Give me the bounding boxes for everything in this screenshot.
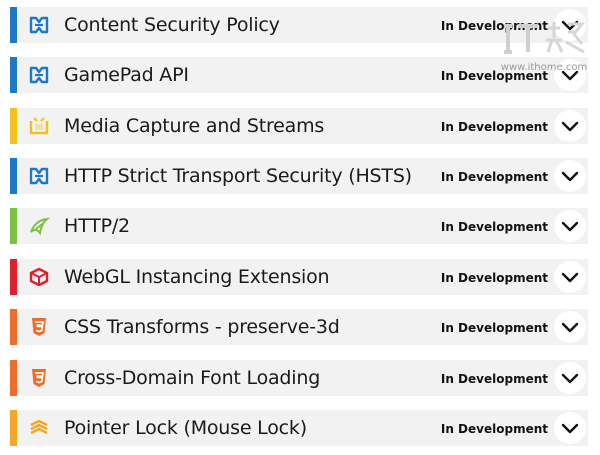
- accent-bar: [10, 259, 17, 295]
- feature-row[interactable]: Cross-Domain Font Loading In Development: [10, 360, 588, 396]
- expand-chevron-button[interactable]: [554, 110, 586, 142]
- css3-icon: [28, 316, 50, 338]
- chevron-down-icon: [561, 20, 579, 31]
- feature-row[interactable]: Content Security Policy In Development: [10, 7, 588, 43]
- w3c-icon: [28, 64, 50, 86]
- http2-icon: [28, 215, 51, 237]
- chevron-down-icon: [561, 121, 579, 132]
- chevron-down-icon: [561, 70, 579, 81]
- feature-row[interactable]: CSS Transforms - preserve-3d In Developm…: [10, 309, 588, 345]
- chevron-down-icon: [561, 373, 579, 384]
- accent-bar: [10, 158, 17, 194]
- feature-name: Pointer Lock (Mouse Lock): [64, 417, 307, 439]
- status-label: In Development: [440, 372, 548, 386]
- expand-chevron-button[interactable]: [554, 160, 586, 192]
- feature-name: CSS Transforms - preserve-3d: [64, 316, 340, 338]
- status-label: In Development: [440, 321, 548, 335]
- feature-name: WebGL Instancing Extension: [64, 266, 330, 288]
- expand-chevron-button[interactable]: [554, 412, 586, 444]
- feature-row[interactable]: Pointer Lock (Mouse Lock) In Development: [10, 410, 588, 446]
- expand-chevron-button[interactable]: [554, 210, 586, 242]
- accent-bar: [10, 57, 17, 93]
- accent-bar: [10, 309, 17, 345]
- status-label: In Development: [440, 271, 548, 285]
- feature-row[interactable]: HTTP/2 In Development: [10, 208, 588, 244]
- webgl-icon: [28, 266, 50, 288]
- status-label: In Development: [440, 422, 548, 436]
- expand-chevron-button[interactable]: [554, 311, 586, 343]
- status-label: In Development: [440, 120, 548, 134]
- expand-chevron-button[interactable]: [554, 261, 586, 293]
- chevron-down-icon: [561, 423, 579, 434]
- feature-name: Content Security Policy: [64, 14, 280, 36]
- status-label: In Development: [440, 170, 548, 184]
- status-label: In Development: [440, 19, 548, 33]
- accent-bar: [10, 208, 17, 244]
- status-label: In Development: [440, 69, 548, 83]
- expand-chevron-button[interactable]: [554, 9, 586, 41]
- accent-bar: [10, 360, 17, 396]
- chevron-down-icon: [561, 171, 579, 182]
- expand-chevron-button[interactable]: [554, 362, 586, 394]
- expand-chevron-button[interactable]: [554, 59, 586, 91]
- chevron-down-icon: [561, 322, 579, 333]
- accent-bar: [10, 7, 17, 43]
- accent-bar: [10, 410, 17, 446]
- feature-name: HTTP/2: [64, 215, 130, 237]
- chevron-down-icon: [561, 272, 579, 283]
- accent-bar: [10, 108, 17, 144]
- feature-row[interactable]: GamePad API In Development: [10, 57, 588, 93]
- stack-icon: [28, 417, 50, 439]
- css3-icon: [28, 367, 50, 389]
- feature-row[interactable]: Media Capture and Streams In Development: [10, 108, 588, 144]
- feature-row[interactable]: HTTP Strict Transport Security (HSTS) In…: [10, 158, 588, 194]
- feature-name: HTTP Strict Transport Security (HSTS): [64, 165, 412, 187]
- w3c-icon: [28, 14, 50, 36]
- w3c-icon: [28, 165, 50, 187]
- feature-row[interactable]: WebGL Instancing Extension In Developmen…: [10, 259, 588, 295]
- feature-name: Cross-Domain Font Loading: [64, 367, 321, 389]
- feature-status-list: Content Security Policy In Development G…: [0, 0, 600, 455]
- feature-name: Media Capture and Streams: [64, 115, 325, 137]
- media-capture-icon: [28, 115, 50, 137]
- status-label: In Development: [440, 220, 548, 234]
- feature-name: GamePad API: [64, 64, 189, 86]
- chevron-down-icon: [561, 221, 579, 232]
